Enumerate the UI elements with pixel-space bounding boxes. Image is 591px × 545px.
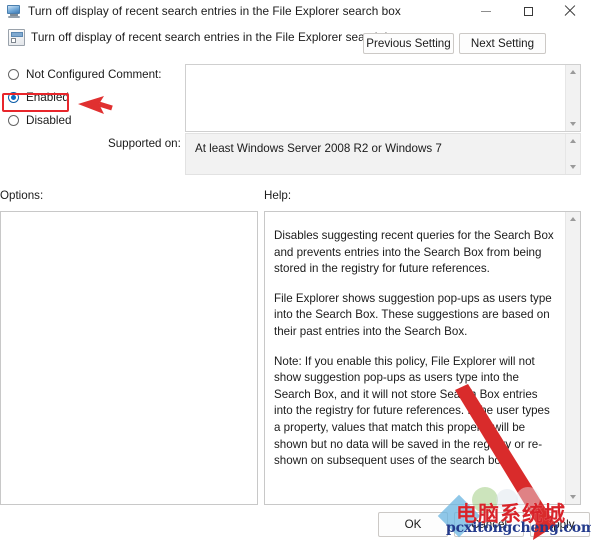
window-title: Turn off display of recent search entrie… [28, 4, 401, 18]
radio-label: Disabled [26, 114, 72, 127]
policy-state-radio-group: Not Configured Enabled Disabled [0, 63, 110, 132]
scroll-up-icon[interactable] [566, 212, 581, 226]
options-label: Options: [0, 189, 44, 202]
radio-icon [8, 69, 19, 80]
radio-icon-selected [8, 92, 19, 103]
help-pane: Disables suggesting recent queries for t… [264, 211, 581, 505]
minimize-button[interactable] [465, 0, 507, 22]
close-button[interactable] [549, 0, 591, 22]
help-label: Help: [264, 189, 292, 202]
help-paragraph: Note: If you enable this policy, File Ex… [274, 354, 550, 468]
scroll-down-icon[interactable] [566, 160, 581, 174]
ok-button[interactable]: OK [378, 512, 448, 537]
comment-input[interactable] [185, 64, 581, 132]
scroll-down-icon[interactable] [566, 117, 581, 131]
scroll-up-icon[interactable] [566, 134, 581, 148]
close-icon [564, 5, 576, 17]
previous-setting-button[interactable]: Previous Setting [363, 33, 454, 54]
setting-title: Turn off display of recent search entrie… [31, 30, 404, 44]
comment-scrollbar[interactable] [565, 65, 580, 131]
minimize-icon [481, 10, 491, 12]
policy-setting-icon [8, 29, 25, 46]
window-controls [465, 0, 591, 22]
scroll-down-icon[interactable] [566, 490, 581, 504]
supported-on-value: At least Windows Server 2008 R2 or Windo… [195, 142, 442, 155]
help-text: Disables suggesting recent queries for t… [265, 212, 564, 504]
next-setting-button[interactable]: Next Setting [459, 33, 546, 54]
radio-not-configured[interactable]: Not Configured [0, 63, 110, 86]
supported-on-label: Supported on: [108, 137, 181, 150]
radio-disabled[interactable]: Disabled [0, 109, 110, 132]
comment-label: Comment: [108, 68, 162, 81]
radio-label: Enabled [26, 91, 69, 104]
radio-icon [8, 115, 19, 126]
supported-on-field: At least Windows Server 2008 R2 or Windo… [185, 133, 581, 175]
apply-button[interactable]: Apply [530, 512, 590, 537]
help-paragraph: File Explorer shows suggestion pop-ups a… [274, 291, 552, 338]
options-pane[interactable] [0, 211, 258, 505]
monitor-icon [6, 3, 22, 19]
radio-enabled[interactable]: Enabled [0, 86, 110, 109]
help-paragraph: Disables suggesting recent queries for t… [274, 229, 554, 276]
radio-label: Not Configured [26, 68, 105, 81]
help-scrollbar[interactable] [565, 212, 580, 504]
maximize-button[interactable] [507, 0, 549, 22]
maximize-icon [523, 6, 533, 16]
supported-on-scrollbar[interactable] [565, 134, 580, 174]
cancel-button[interactable]: Cancel [454, 512, 524, 537]
scroll-up-icon[interactable] [566, 65, 581, 79]
